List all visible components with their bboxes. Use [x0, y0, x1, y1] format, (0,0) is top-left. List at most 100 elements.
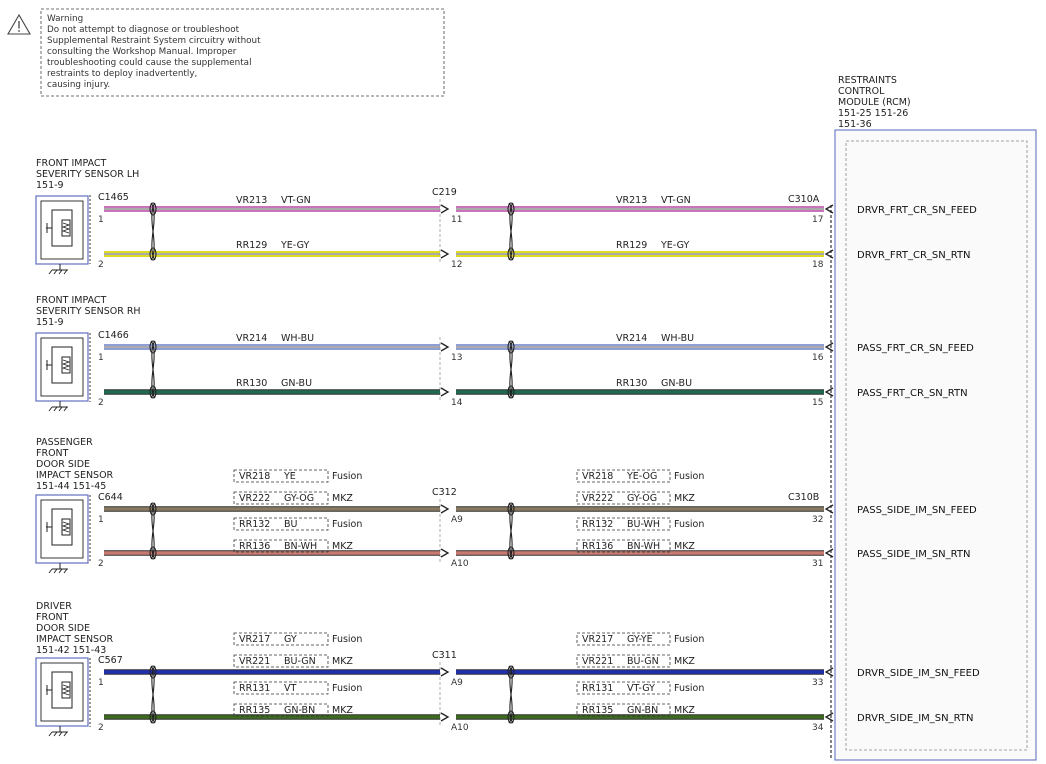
circuit-label: RR130	[616, 378, 647, 389]
wire-color-label: YE-OG	[626, 471, 657, 482]
connector-arrow-icon	[440, 249, 450, 259]
circuit-label: VR222	[582, 493, 613, 504]
connector-arrow-icon	[824, 548, 834, 558]
sensor-title-line: SEVERITY SENSOR LH	[36, 169, 139, 180]
variant-label: MKZ	[332, 493, 353, 504]
wire-color-label: YE-GY	[660, 240, 689, 251]
wire-color-label: VT-GY	[627, 683, 655, 694]
ground-icon	[63, 406, 68, 412]
sensor-group: FRONT IMPACTSEVERITY SENSOR RH151-9 C1466…	[35, 295, 974, 412]
sensor-title-line: 151-9	[36, 180, 64, 191]
ground-icon	[63, 731, 68, 737]
wire-color-label: GY-YE	[627, 634, 653, 645]
rcm-signal-label: PASS_FRT_CR_SN_FEED	[857, 343, 974, 354]
rcm-signal-label: PASS_SIDE_IM_SN_FEED	[857, 505, 977, 516]
wire-color-label: BN-WH	[627, 541, 660, 552]
ground-icon	[53, 731, 58, 737]
sensor-title-line: IMPACT SENSOR	[36, 634, 114, 645]
wire-color-label: GY	[284, 634, 297, 645]
ground-icon	[63, 568, 68, 574]
connector-arrow-icon	[440, 387, 450, 397]
connector-arrow-icon	[824, 342, 834, 352]
wire-color-label: GY-OG	[284, 493, 314, 504]
variant-label: Fusion	[674, 519, 704, 530]
circuit-label: VR217	[582, 634, 613, 645]
ground-icon	[58, 568, 63, 574]
variant-label: MKZ	[674, 493, 695, 504]
warning-group: WarningDo not attempt to diagnose or tro…	[7, 8, 445, 97]
pin-rcm: 31	[812, 559, 823, 569]
variant-label: Fusion	[332, 471, 362, 482]
pin-inline: A9	[451, 678, 463, 688]
wire-color-label: BN-WH	[284, 541, 317, 552]
connector-arrow-icon	[440, 504, 450, 514]
sensor-title-line: 151-42 151-43	[36, 645, 106, 656]
circuit-label: RR136	[582, 541, 613, 552]
warning-line: Warning	[47, 14, 83, 24]
pin-rcm: 16	[812, 353, 824, 363]
sensor-title-line: FRONT	[36, 612, 69, 623]
rcm-signal-label: DRVR_SIDE_IM_SN_FEED	[857, 668, 980, 679]
pin-sensor: 1	[98, 353, 104, 363]
pin-rcm: 33	[812, 678, 823, 688]
variant-label: MKZ	[674, 705, 695, 716]
sensor-title-line: IMPACT SENSOR	[36, 470, 114, 481]
rcm-title-line: CONTROL	[838, 86, 885, 97]
warning-line: consulting the Workshop Manual. Improper	[47, 47, 237, 57]
wire-color-label: GY-OG	[627, 493, 657, 504]
pin-rcm: 34	[812, 723, 824, 733]
ground-icon	[48, 406, 53, 412]
variant-label: MKZ	[332, 656, 353, 667]
pin-sensor: 1	[98, 678, 104, 688]
circuit-label: RR136	[239, 541, 270, 552]
connector-arrow-icon	[824, 249, 834, 259]
circuit-label: RR132	[582, 519, 613, 530]
variant-label: Fusion	[674, 683, 704, 694]
ground-icon	[58, 406, 63, 412]
ground-icon	[53, 568, 58, 574]
ground-icon	[63, 269, 68, 275]
warning-triangle-icon	[7, 13, 31, 35]
circuit-label: RR135	[582, 705, 613, 716]
pin-inline: 12	[451, 260, 462, 270]
pin-sensor: 2	[98, 260, 104, 270]
sensor-title-line: DOOR SIDE	[36, 459, 90, 470]
pin-sensor: 2	[98, 723, 104, 733]
pin-inline: A9	[451, 515, 463, 525]
rcm-title-line: MODULE (RCM)	[838, 97, 911, 108]
wire-color-label: GN-BN	[284, 705, 315, 716]
rcm-signal-label: DRVR_FRT_CR_SN_FEED	[857, 205, 977, 216]
pin-rcm: 17	[812, 215, 823, 225]
wire-color-label: BU-WH	[627, 519, 660, 530]
circuit-label: VR214	[616, 333, 647, 344]
wiring-diagram: WarningDo not attempt to diagnose or tro…	[7, 8, 1037, 761]
connector-arrow-icon	[824, 712, 834, 722]
pin-inline: A10	[451, 723, 469, 733]
variant-label: Fusion	[332, 634, 362, 645]
warning-line: causing injury.	[47, 80, 110, 90]
variant-label: Fusion	[674, 634, 704, 645]
rcm-title-line: RESTRAINTS	[838, 75, 897, 86]
rcm-module: RESTRAINTSCONTROLMODULE (RCM)151-25 151-…	[788, 75, 1037, 761]
circuit-label: RR129	[616, 240, 647, 251]
sensor-title-line: SEVERITY SENSOR RH	[36, 306, 141, 317]
sensor-title-line: 151-9	[36, 317, 64, 328]
wire-color-label: WH-BU	[661, 333, 694, 344]
rcm-signal-label: PASS_SIDE_IM_SN_RTN	[857, 549, 970, 560]
variant-label: MKZ	[332, 705, 353, 716]
warning-line: Do not attempt to diagnose or troublesho…	[47, 25, 240, 35]
circuit-label: VR221	[239, 656, 270, 667]
warning-line: Supplemental Restraint System circuitry …	[47, 36, 261, 46]
sensor-title-line: FRONT	[36, 448, 69, 459]
rcm-signal-label: DRVR_SIDE_IM_SN_RTN	[857, 713, 973, 724]
sensor-connector-label: C644	[98, 492, 123, 503]
sensor-connector-label: C567	[98, 655, 123, 666]
variant-label: Fusion	[332, 683, 362, 694]
sensor-title-line: FRONT IMPACT	[36, 158, 107, 169]
ground-icon	[58, 731, 63, 737]
circuit-label: RR131	[239, 683, 270, 694]
circuit-label: VR213	[616, 195, 647, 206]
connector-arrow-icon	[824, 667, 834, 677]
wire-color-label: VT	[284, 683, 296, 694]
circuit-label: VR217	[239, 634, 270, 645]
